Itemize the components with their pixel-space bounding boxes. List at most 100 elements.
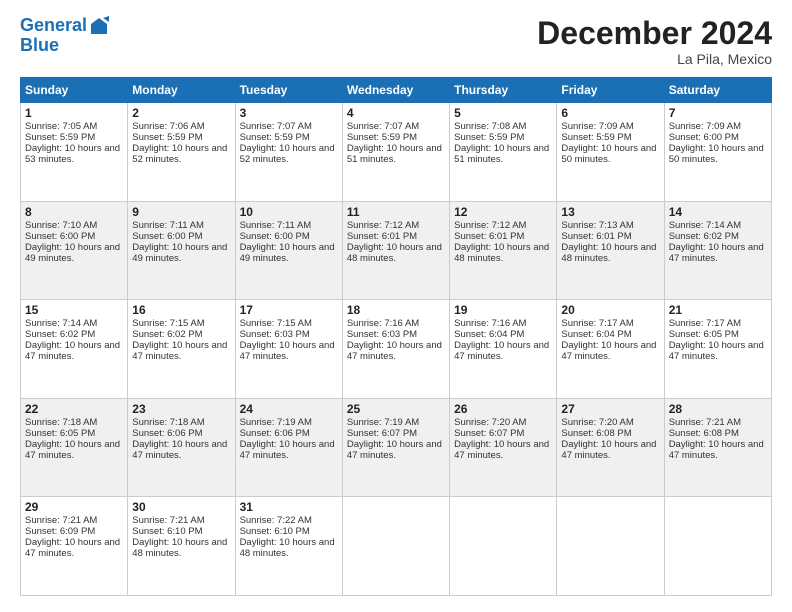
sunset-text: Sunset: 6:02 PM <box>132 329 230 340</box>
sunset-text: Sunset: 6:10 PM <box>240 526 338 537</box>
daylight-text: Daylight: 10 hours and 47 minutes. <box>561 340 659 362</box>
calendar-cell: 24Sunrise: 7:19 AMSunset: 6:06 PMDayligh… <box>235 398 342 497</box>
day-number: 2 <box>132 106 230 120</box>
sunrise-text: Sunrise: 7:16 AM <box>454 318 552 329</box>
day-number: 30 <box>132 500 230 514</box>
calendar-cell: 1Sunrise: 7:05 AMSunset: 5:59 PMDaylight… <box>21 103 128 202</box>
sunrise-text: Sunrise: 7:20 AM <box>561 417 659 428</box>
day-number: 26 <box>454 402 552 416</box>
sunset-text: Sunset: 6:03 PM <box>240 329 338 340</box>
sunrise-text: Sunrise: 7:15 AM <box>240 318 338 329</box>
day-number: 11 <box>347 205 445 219</box>
sunrise-text: Sunrise: 7:10 AM <box>25 220 123 231</box>
daylight-text: Daylight: 10 hours and 47 minutes. <box>561 439 659 461</box>
sunrise-text: Sunrise: 7:20 AM <box>454 417 552 428</box>
day-number: 14 <box>669 205 767 219</box>
location: La Pila, Mexico <box>537 51 772 67</box>
day-number: 6 <box>561 106 659 120</box>
daylight-text: Daylight: 10 hours and 47 minutes. <box>25 439 123 461</box>
title-block: December 2024 La Pila, Mexico <box>537 16 772 67</box>
sunset-text: Sunset: 6:06 PM <box>132 428 230 439</box>
daylight-text: Daylight: 10 hours and 50 minutes. <box>669 143 767 165</box>
page: General Blue December 2024 La Pila, Mexi… <box>0 0 792 612</box>
daylight-text: Daylight: 10 hours and 49 minutes. <box>25 242 123 264</box>
calendar-cell: 26Sunrise: 7:20 AMSunset: 6:07 PMDayligh… <box>450 398 557 497</box>
daylight-text: Daylight: 10 hours and 47 minutes. <box>454 340 552 362</box>
daylight-text: Daylight: 10 hours and 47 minutes. <box>669 439 767 461</box>
sunrise-text: Sunrise: 7:07 AM <box>347 121 445 132</box>
sunset-text: Sunset: 6:07 PM <box>347 428 445 439</box>
calendar-cell <box>664 497 771 596</box>
day-number: 20 <box>561 303 659 317</box>
daylight-text: Daylight: 10 hours and 48 minutes. <box>132 537 230 559</box>
calendar-cell: 31Sunrise: 7:22 AMSunset: 6:10 PMDayligh… <box>235 497 342 596</box>
calendar-cell <box>557 497 664 596</box>
sunrise-text: Sunrise: 7:05 AM <box>25 121 123 132</box>
daylight-text: Daylight: 10 hours and 47 minutes. <box>25 340 123 362</box>
sunrise-text: Sunrise: 7:19 AM <box>240 417 338 428</box>
day-number: 8 <box>25 205 123 219</box>
day-header: Thursday <box>450 78 557 103</box>
sunrise-text: Sunrise: 7:14 AM <box>669 220 767 231</box>
sunrise-text: Sunrise: 7:16 AM <box>347 318 445 329</box>
sunrise-text: Sunrise: 7:14 AM <box>25 318 123 329</box>
header-row: SundayMondayTuesdayWednesdayThursdayFrid… <box>21 78 772 103</box>
sunrise-text: Sunrise: 7:21 AM <box>25 515 123 526</box>
calendar-cell: 7Sunrise: 7:09 AMSunset: 6:00 PMDaylight… <box>664 103 771 202</box>
day-number: 22 <box>25 402 123 416</box>
daylight-text: Daylight: 10 hours and 47 minutes. <box>132 340 230 362</box>
daylight-text: Daylight: 10 hours and 49 minutes. <box>240 242 338 264</box>
logo-text: General <box>20 16 87 36</box>
sunset-text: Sunset: 6:00 PM <box>669 132 767 143</box>
day-number: 28 <box>669 402 767 416</box>
daylight-text: Daylight: 10 hours and 47 minutes. <box>240 340 338 362</box>
calendar-cell: 22Sunrise: 7:18 AMSunset: 6:05 PMDayligh… <box>21 398 128 497</box>
header: General Blue December 2024 La Pila, Mexi… <box>20 16 772 67</box>
daylight-text: Daylight: 10 hours and 47 minutes. <box>669 340 767 362</box>
calendar-week-row: 8Sunrise: 7:10 AMSunset: 6:00 PMDaylight… <box>21 201 772 300</box>
calendar-cell: 12Sunrise: 7:12 AMSunset: 6:01 PMDayligh… <box>450 201 557 300</box>
daylight-text: Daylight: 10 hours and 48 minutes. <box>561 242 659 264</box>
sunset-text: Sunset: 6:10 PM <box>132 526 230 537</box>
sunset-text: Sunset: 6:03 PM <box>347 329 445 340</box>
calendar-cell: 23Sunrise: 7:18 AMSunset: 6:06 PMDayligh… <box>128 398 235 497</box>
calendar-cell: 13Sunrise: 7:13 AMSunset: 6:01 PMDayligh… <box>557 201 664 300</box>
calendar-cell: 8Sunrise: 7:10 AMSunset: 6:00 PMDaylight… <box>21 201 128 300</box>
sunrise-text: Sunrise: 7:08 AM <box>454 121 552 132</box>
sunset-text: Sunset: 6:02 PM <box>669 231 767 242</box>
day-number: 3 <box>240 106 338 120</box>
sunrise-text: Sunrise: 7:12 AM <box>454 220 552 231</box>
day-number: 9 <box>132 205 230 219</box>
daylight-text: Daylight: 10 hours and 48 minutes. <box>240 537 338 559</box>
day-number: 18 <box>347 303 445 317</box>
sunset-text: Sunset: 5:59 PM <box>25 132 123 143</box>
day-number: 21 <box>669 303 767 317</box>
calendar-cell: 25Sunrise: 7:19 AMSunset: 6:07 PMDayligh… <box>342 398 449 497</box>
sunset-text: Sunset: 6:05 PM <box>669 329 767 340</box>
day-number: 31 <box>240 500 338 514</box>
daylight-text: Daylight: 10 hours and 51 minutes. <box>454 143 552 165</box>
sunset-text: Sunset: 6:08 PM <box>669 428 767 439</box>
calendar-cell: 29Sunrise: 7:21 AMSunset: 6:09 PMDayligh… <box>21 497 128 596</box>
sunrise-text: Sunrise: 7:18 AM <box>25 417 123 428</box>
calendar-cell: 10Sunrise: 7:11 AMSunset: 6:00 PMDayligh… <box>235 201 342 300</box>
day-number: 10 <box>240 205 338 219</box>
calendar-cell: 18Sunrise: 7:16 AMSunset: 6:03 PMDayligh… <box>342 300 449 399</box>
sunrise-text: Sunrise: 7:17 AM <box>669 318 767 329</box>
calendar-cell: 3Sunrise: 7:07 AMSunset: 5:59 PMDaylight… <box>235 103 342 202</box>
calendar-week-row: 22Sunrise: 7:18 AMSunset: 6:05 PMDayligh… <box>21 398 772 497</box>
day-number: 16 <box>132 303 230 317</box>
calendar-week-row: 1Sunrise: 7:05 AMSunset: 5:59 PMDaylight… <box>21 103 772 202</box>
day-header: Friday <box>557 78 664 103</box>
calendar-cell: 20Sunrise: 7:17 AMSunset: 6:04 PMDayligh… <box>557 300 664 399</box>
sunset-text: Sunset: 5:59 PM <box>132 132 230 143</box>
sunset-text: Sunset: 6:00 PM <box>25 231 123 242</box>
sunset-text: Sunset: 5:59 PM <box>454 132 552 143</box>
sunset-text: Sunset: 6:04 PM <box>561 329 659 340</box>
daylight-text: Daylight: 10 hours and 48 minutes. <box>454 242 552 264</box>
calendar-cell: 14Sunrise: 7:14 AMSunset: 6:02 PMDayligh… <box>664 201 771 300</box>
day-header: Tuesday <box>235 78 342 103</box>
logo-blue-text: Blue <box>20 36 59 56</box>
month-title: December 2024 <box>537 16 772 51</box>
calendar-week-row: 15Sunrise: 7:14 AMSunset: 6:02 PMDayligh… <box>21 300 772 399</box>
